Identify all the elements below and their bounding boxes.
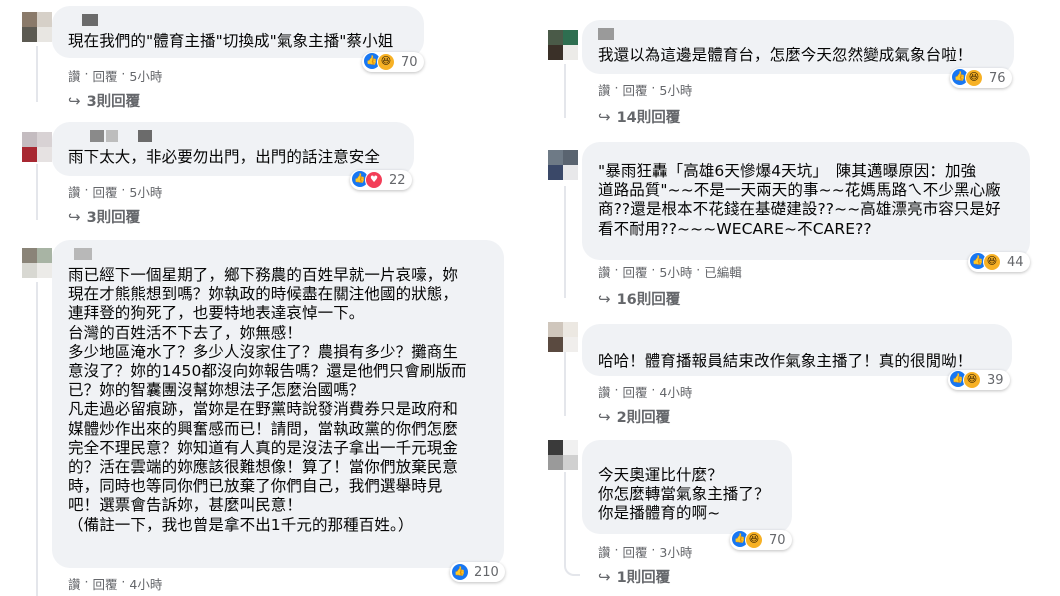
- reaction-summary[interactable]: 👍 😆 44: [968, 252, 1030, 272]
- like-link[interactable]: 讚: [68, 574, 81, 593]
- avatar[interactable]: [22, 248, 52, 278]
- comment-actions: 讚 · 回覆 · 5小時 · 已編輯: [598, 262, 742, 281]
- comment-bubble: 今天奧運比什麼？ 你怎麼轉當氣象主播了？ 你是播體育的啊~: [582, 440, 792, 534]
- timestamp[interactable]: 5小時: [659, 80, 692, 99]
- reply-arrow-icon: ↪: [68, 207, 81, 226]
- reaction-count: 76: [989, 70, 1006, 86]
- like-link[interactable]: 讚: [598, 542, 611, 561]
- avatar[interactable]: [548, 150, 578, 180]
- reaction-summary[interactable]: 👍 😆 70: [362, 52, 424, 72]
- reaction-count: 39: [987, 372, 1004, 388]
- view-replies-link[interactable]: ↪ 1則回覆: [598, 566, 670, 587]
- like-link[interactable]: 讚: [68, 66, 81, 85]
- reply-arrow-icon: ↪: [598, 289, 611, 308]
- reply-link[interactable]: 回覆: [92, 182, 117, 201]
- comment-text: 雨已經下一個星期了，鄉下務農的百姓早就一片哀嚎，妳 現在才熊熊想到嗎？妳執政的時…: [68, 266, 467, 534]
- timestamp[interactable]: 4小時: [129, 574, 162, 593]
- timestamp[interactable]: 3小時: [659, 542, 692, 561]
- reaction-summary[interactable]: 👍 😆 70: [730, 530, 792, 550]
- commenter-name-redacted[interactable]: [598, 28, 1000, 42]
- reaction-summary[interactable]: 👍 210: [450, 562, 505, 582]
- comment-bubble: 雨已經下一個星期了，鄉下務農的百姓早就一片哀嚎，妳 現在才熊熊想到嗎？妳執政的時…: [52, 240, 504, 568]
- view-replies-link[interactable]: ↪ 2則回覆: [598, 406, 670, 427]
- reaction-count: 210: [474, 564, 499, 580]
- comment-actions: 讚 · 回覆 · 5小時: [68, 182, 163, 201]
- commenter-name-redacted[interactable]: [598, 448, 778, 460]
- reply-link[interactable]: 回覆: [92, 66, 117, 85]
- view-replies-link[interactable]: ↪ 3則回覆: [68, 206, 140, 227]
- reaction-count: 70: [769, 532, 786, 548]
- love-icon: ♥: [365, 171, 383, 189]
- reaction-summary[interactable]: 👍 ♥ 22: [350, 170, 412, 190]
- thread-line: [36, 46, 38, 102]
- like-link[interactable]: 讚: [68, 182, 81, 201]
- edited-label: 已編輯: [704, 265, 742, 280]
- comment-actions: 讚 · 回覆 · 5小時: [68, 66, 163, 85]
- commenter-name-redacted[interactable]: [68, 130, 400, 144]
- reply-arrow-icon: ↪: [598, 407, 611, 426]
- like-icon: 👍: [452, 564, 468, 580]
- reply-link[interactable]: 回覆: [622, 542, 647, 561]
- view-replies-link[interactable]: ↪ 16則回覆: [598, 288, 680, 309]
- haha-icon: 😆: [965, 69, 983, 87]
- reply-arrow-icon: ↪: [598, 567, 611, 586]
- comment-text: 哈哈！體育播報員結束改作氣象主播了！真的很閒呦！: [598, 352, 973, 370]
- comment-text: 雨下太大，非必要勿出門，出門的話注意安全: [68, 148, 381, 166]
- timestamp[interactable]: 4小時: [659, 382, 692, 401]
- reply-link[interactable]: 回覆: [622, 80, 647, 99]
- reaction-count: 70: [401, 54, 418, 70]
- thread-line: [36, 164, 38, 220]
- timestamp[interactable]: 5小時: [659, 262, 692, 281]
- reply-link[interactable]: 回覆: [622, 262, 647, 281]
- reaction-count: 22: [389, 172, 406, 188]
- comment-bubble: "暴雨狂轟「高雄6天慘爆4天坑」 陳其邁曝原因：加強 道路品質"~~不是一天兩天…: [582, 142, 1030, 260]
- haha-icon: 😆: [983, 253, 1001, 271]
- thread-line: [36, 282, 38, 596]
- haha-icon: 😆: [963, 371, 981, 389]
- reaction-count: 44: [1007, 254, 1024, 270]
- comment-bubble: 雨下太大，非必要勿出門，出門的話注意安全: [52, 122, 414, 176]
- comment-text: 今天奧運比什麼？ 你怎麼轉當氣象主播了？ 你是播體育的啊~: [598, 466, 770, 523]
- avatar[interactable]: [548, 322, 578, 352]
- right-comment-column: 我還以為這邊是體育台，怎麼今天忽然變成氣象台啦！ 👍 😆 76 讚 · 回覆 ·…: [530, 0, 1030, 596]
- comment-actions: 讚 · 回覆 · 4小時: [68, 574, 163, 593]
- commenter-name-redacted[interactable]: [598, 150, 1016, 158]
- comment-actions: 讚 · 回覆 · 3小時: [598, 542, 693, 561]
- avatar[interactable]: [548, 30, 578, 60]
- commenter-name-redacted[interactable]: [68, 248, 490, 262]
- view-replies-link[interactable]: ↪ 14則回覆: [598, 106, 680, 127]
- avatar[interactable]: [548, 440, 578, 470]
- comment-text: 現在我們的"體育主播"切換成"氣象主播"蔡小姐: [68, 32, 394, 50]
- left-comment-column: 現在我們的"體育主播"切換成"氣象主播"蔡小姐 👍 😆 70 讚 · 回覆 · …: [0, 0, 505, 596]
- thread-line: [564, 186, 566, 298]
- reply-link[interactable]: 回覆: [92, 574, 117, 593]
- avatar[interactable]: [22, 132, 52, 162]
- comment-text: 我還以為這邊是體育台，怎麼今天忽然變成氣象台啦！: [598, 46, 973, 64]
- timestamp[interactable]: 5小時: [129, 182, 162, 201]
- reply-link[interactable]: 回覆: [622, 382, 647, 401]
- thread-line: [564, 352, 566, 416]
- comment-bubble: 現在我們的"體育主播"切換成"氣象主播"蔡小姐: [52, 6, 424, 58]
- commenter-name-redacted[interactable]: [598, 332, 998, 336]
- reply-arrow-icon: ↪: [68, 91, 81, 110]
- comment-bubble: 哈哈！體育播報員結束改作氣象主播了！真的很閒呦！: [582, 324, 1012, 376]
- avatar[interactable]: [22, 12, 52, 42]
- like-link[interactable]: 讚: [598, 382, 611, 401]
- thread-line: [564, 472, 580, 576]
- commenter-name-redacted[interactable]: [68, 14, 410, 28]
- haha-icon: 😆: [377, 53, 395, 71]
- reaction-summary[interactable]: 👍 😆 39: [948, 370, 1010, 390]
- comment-bubble: 我還以為這邊是體育台，怎麼今天忽然變成氣象台啦！: [582, 20, 1014, 74]
- reaction-summary[interactable]: 👍 😆 76: [950, 68, 1012, 88]
- haha-icon: 😆: [745, 531, 763, 549]
- like-link[interactable]: 讚: [598, 262, 611, 281]
- like-link[interactable]: 讚: [598, 80, 611, 99]
- thread-line: [564, 64, 566, 118]
- comment-text: "暴雨狂轟「高雄6天慘爆4天坑」 陳其邁曝原因：加強 道路品質"~~不是一天兩天…: [598, 162, 1001, 238]
- view-replies-link[interactable]: ↪ 3則回覆: [68, 90, 140, 111]
- comment-actions: 讚 · 回覆 · 4小時: [598, 382, 693, 401]
- comment-actions: 讚 · 回覆 · 5小時: [598, 80, 693, 99]
- timestamp[interactable]: 5小時: [129, 66, 162, 85]
- reply-arrow-icon: ↪: [598, 107, 611, 126]
